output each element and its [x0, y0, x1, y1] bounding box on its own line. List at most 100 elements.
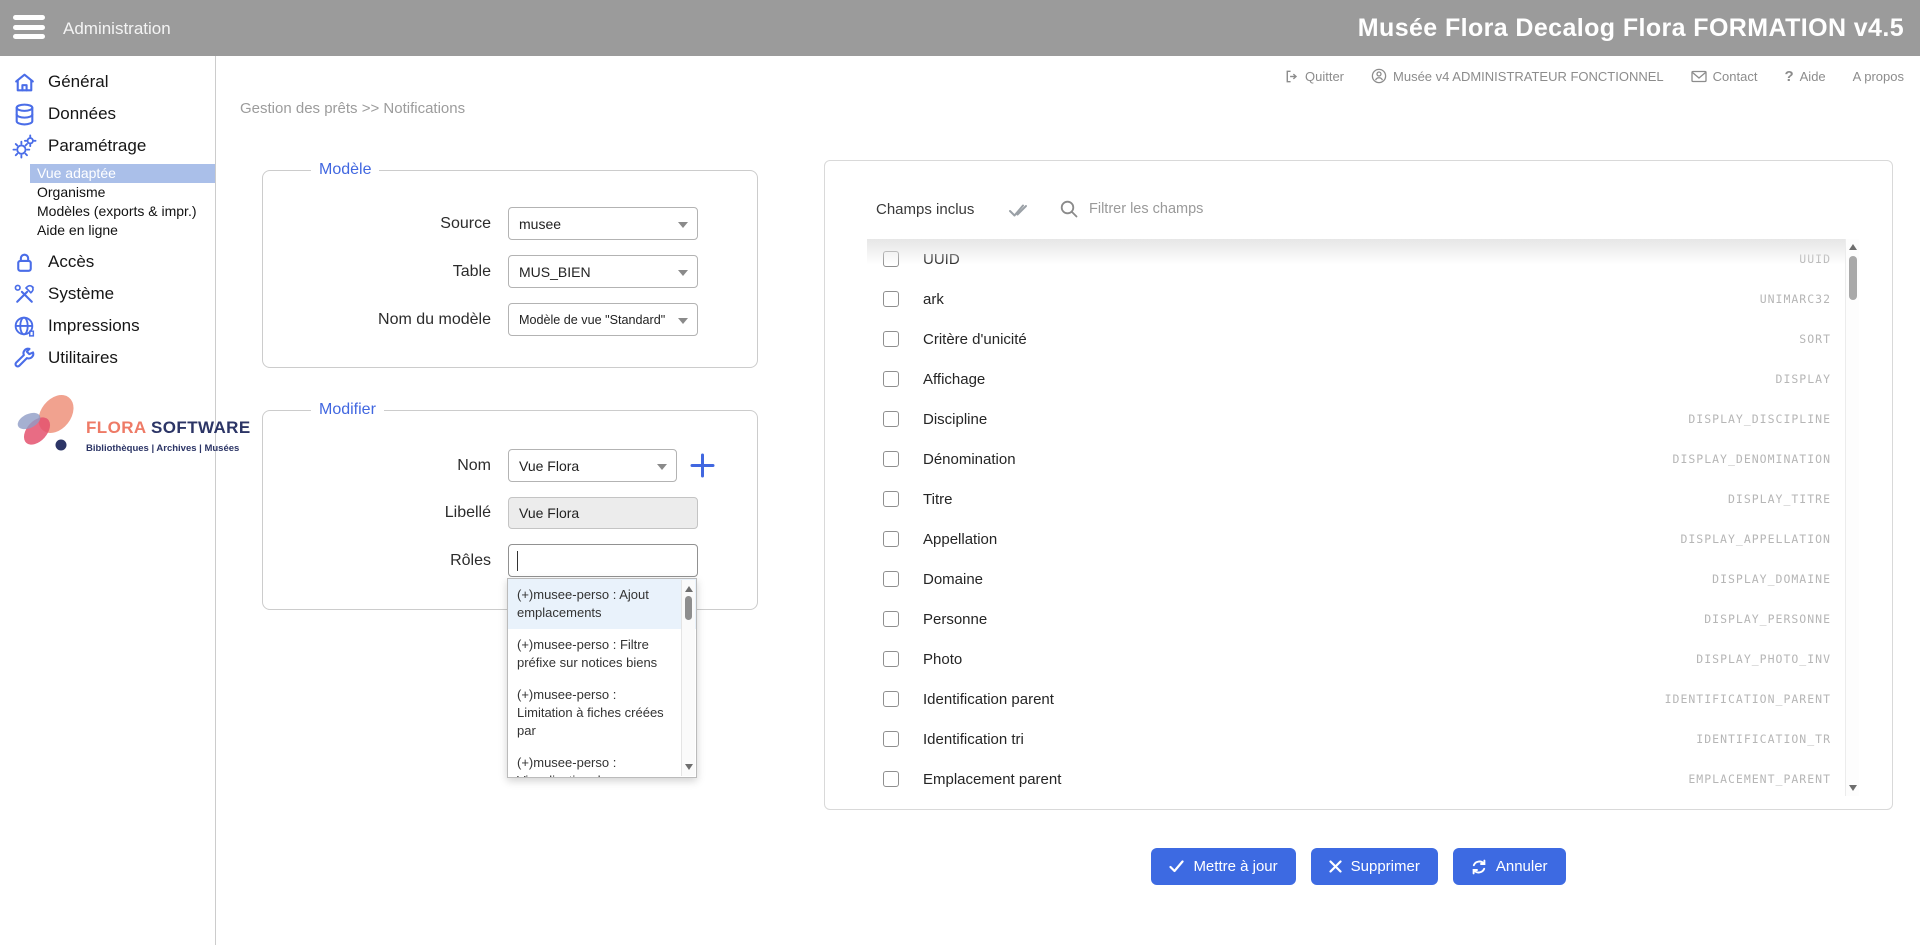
scrollbar-thumb[interactable] [685, 596, 692, 620]
checkbox[interactable] [883, 491, 899, 507]
field-row[interactable]: Emplacement parent EMPLACEMENT_PARENT [867, 759, 1859, 795]
roles-input[interactable] [508, 544, 698, 577]
field-label: ark [923, 291, 944, 308]
field-label: Identification parent [923, 691, 1054, 708]
help-link[interactable]: ? Aide [1784, 68, 1825, 85]
field-row[interactable]: Domaine DISPLAY_DOMAINE [867, 559, 1859, 599]
roles-dropdown-scrollbar[interactable] [681, 580, 695, 776]
field-code: UUID [1799, 252, 1831, 266]
filter-fields-input[interactable] [1089, 197, 1419, 221]
scroll-down-icon[interactable] [685, 764, 693, 770]
sidebar-item-systeme[interactable]: Système [0, 278, 215, 310]
submenu-item-modeles[interactable]: Modèles (exports & impr.) [0, 202, 215, 221]
about-link[interactable]: A propos [1853, 69, 1904, 84]
field-row[interactable]: ark UNIMARC32 [867, 279, 1859, 319]
field-code: DISPLAY_DENOMINATION [1673, 452, 1831, 466]
contact-link[interactable]: Contact [1691, 69, 1758, 84]
fields-list-scrollbar[interactable] [1845, 239, 1859, 796]
model-name-value: Modèle de vue "Standard" [519, 313, 665, 327]
field-code: DISPLAY_PHOTO_INV [1696, 652, 1831, 666]
roles-option[interactable]: (+)musee-perso : Limitation à fiches cré… [508, 679, 696, 747]
checkbox[interactable] [883, 611, 899, 627]
model-name-select[interactable]: Modèle de vue "Standard" [508, 303, 698, 336]
roles-option[interactable]: (+)musee-perso : Filtre préfixe sur noti… [508, 629, 696, 679]
user-account-link[interactable]: Musée v4 ADMINISTRATEUR FONCTIONNEL [1371, 68, 1664, 84]
mail-icon [1691, 70, 1707, 83]
hamburger-menu-icon[interactable] [13, 15, 47, 41]
checkbox[interactable] [883, 731, 899, 747]
checkbox[interactable] [883, 571, 899, 587]
sidebar-item-donnees[interactable]: Données [0, 98, 215, 130]
roles-label: Rôles [263, 552, 491, 570]
checkbox[interactable] [883, 771, 899, 787]
nom-select[interactable]: Vue Flora [508, 449, 677, 482]
brand-title: Musée Flora Decalog Flora FORMATION v4.5 [1358, 14, 1904, 43]
field-row[interactable]: Identification parent IDENTIFICATION_PAR… [867, 679, 1859, 719]
field-code: DISPLAY_TITRE [1728, 492, 1831, 506]
scroll-up-icon[interactable] [1849, 244, 1857, 250]
globe-icon [12, 314, 37, 339]
logo-wordmark: FLORA SOFTWARE [86, 418, 251, 438]
field-row[interactable]: Discipline DISPLAY_DISCIPLINE [867, 399, 1859, 439]
logo-tagline: Bibliothèques | Archives | Musées [86, 443, 251, 454]
add-view-button[interactable] [689, 452, 716, 479]
delete-button[interactable]: Supprimer [1311, 848, 1438, 885]
checkbox[interactable] [883, 691, 899, 707]
sidebar-item-parametrage[interactable]: Paramétrage [0, 130, 215, 162]
source-select[interactable]: musee [508, 207, 698, 240]
field-row[interactable]: Appellation DISPLAY_APPELLATION [867, 519, 1859, 559]
field-row[interactable]: Identification tri IDENTIFICATION_TR [867, 719, 1859, 759]
sidebar-label-utilitaires: Utilitaires [48, 348, 118, 368]
user-label: Musée v4 ADMINISTRATEUR FONCTIONNEL [1393, 69, 1664, 84]
update-button[interactable]: Mettre à jour [1151, 848, 1295, 885]
field-row[interactable]: Photo DISPLAY_PHOTO_INV [867, 639, 1859, 679]
delete-label: Supprimer [1351, 858, 1420, 875]
libelle-value: Vue Flora [519, 505, 579, 521]
field-label: Identification tri [923, 731, 1024, 748]
checkbox[interactable] [883, 411, 899, 427]
field-row[interactable]: Affichage DISPLAY [867, 359, 1859, 399]
roles-option[interactable]: (+)musee-perso : Ajout emplacements [508, 579, 696, 629]
checkbox[interactable] [883, 651, 899, 667]
submenu-item-vue-adaptee[interactable]: Vue adaptée [30, 164, 215, 183]
quit-link[interactable]: Quitter [1284, 69, 1344, 84]
checkbox[interactable] [883, 371, 899, 387]
cancel-button[interactable]: Annuler [1453, 848, 1566, 885]
field-row[interactable]: Titre DISPLAY_TITRE [867, 479, 1859, 519]
gears-icon [12, 134, 37, 159]
field-label: UUID [923, 251, 960, 268]
submenu-item-aide-en-ligne[interactable]: Aide en ligne [0, 221, 215, 240]
source-label: Source [263, 215, 491, 233]
field-row[interactable]: UUID UUID [867, 239, 1859, 279]
person-circle-icon [1371, 68, 1387, 84]
checkbox[interactable] [883, 531, 899, 547]
submenu-item-organisme[interactable]: Organisme [0, 183, 215, 202]
field-label: Discipline [923, 411, 987, 428]
scroll-down-icon[interactable] [1849, 785, 1857, 791]
field-row[interactable]: Critère d'unicité SORT [867, 319, 1859, 359]
roles-option[interactable]: (+)musee-perso : Visualisation des [508, 747, 696, 778]
field-row[interactable]: Personne DISPLAY_PERSONNE [867, 599, 1859, 639]
scroll-up-icon[interactable] [685, 586, 693, 592]
sidebar-item-impressions[interactable]: Impressions [0, 310, 215, 342]
checkbox[interactable] [883, 251, 899, 267]
sidebar-label-acces: Accès [48, 252, 94, 272]
field-row[interactable]: Dénomination DISPLAY_DENOMINATION [867, 439, 1859, 479]
table-select[interactable]: MUS_BIEN [508, 255, 698, 288]
field-label: Domaine [923, 571, 983, 588]
sidebar-item-general[interactable]: Général [0, 66, 215, 98]
checkbox[interactable] [883, 331, 899, 347]
sidebar-item-utilitaires[interactable]: Utilitaires [0, 342, 215, 374]
sidebar-nav: Général Données Paramétrage Vue adaptée … [0, 56, 216, 945]
libelle-label: Libellé [263, 504, 491, 522]
libelle-input[interactable]: Vue Flora [508, 497, 698, 529]
cancel-label: Annuler [1496, 858, 1548, 875]
scrollbar-thumb[interactable] [1849, 256, 1857, 300]
sidebar-item-acces[interactable]: Accès [0, 246, 215, 278]
field-code: IDENTIFICATION_PARENT [1665, 692, 1831, 706]
checkbox[interactable] [883, 451, 899, 467]
check-all-icon[interactable] [1007, 199, 1029, 221]
fields-list: UUID UUID ark UNIMARC32 Critère d'unicit… [867, 239, 1859, 795]
checkbox[interactable] [883, 291, 899, 307]
sidebar-label-impressions: Impressions [48, 316, 140, 336]
